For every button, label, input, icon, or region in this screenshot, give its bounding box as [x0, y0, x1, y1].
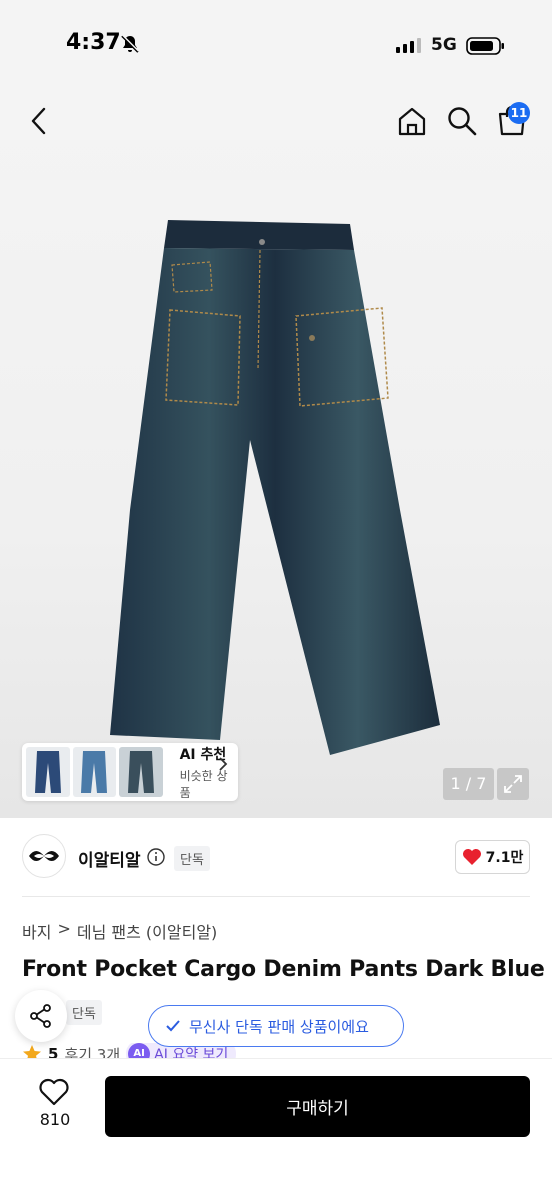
brand-like-button[interactable]: 7.1만	[455, 840, 530, 874]
back-icon[interactable]	[24, 105, 54, 137]
battery-icon	[466, 37, 504, 55]
share-button[interactable]	[15, 990, 67, 1042]
breadcrumb-subcategory[interactable]: 데님 팬츠 (이알티알)	[77, 919, 217, 943]
breadcrumb-category[interactable]: 바지	[22, 919, 51, 943]
cart-count-badge: 11	[508, 102, 530, 124]
check-icon	[166, 1020, 180, 1032]
search-icon[interactable]	[446, 105, 478, 137]
ai-recommend-card[interactable]: AI 추천 비슷한 상품	[22, 743, 238, 801]
heart-outline-icon[interactable]	[38, 1078, 70, 1106]
product-title: Front Pocket Cargo Denim Pants Dark Blue	[22, 957, 545, 982]
divider	[22, 896, 530, 897]
toast-text: 무신사 단독 판매 상품이에요	[189, 1017, 369, 1036]
recommend-thumbnail[interactable]	[26, 747, 70, 797]
chevron-right-icon	[219, 757, 228, 771]
ai-recommend-title: AI 추천	[179, 746, 227, 763]
buy-button[interactable]: 구매하기	[105, 1076, 530, 1137]
ai-recommend-subtitle: 비슷한 상품	[179, 768, 228, 800]
brand-logo[interactable]	[22, 834, 66, 878]
heart-filled-icon	[462, 849, 481, 865]
page-indicator: 1 / 7	[443, 768, 494, 800]
recommend-thumbnail[interactable]	[119, 747, 163, 797]
breadcrumb: 바지 > 데님 팬츠 (이알티알)	[22, 919, 217, 943]
exclusive-toast: 무신사 단독 판매 상품이에요	[148, 1005, 404, 1047]
share-icon	[30, 1004, 51, 1028]
bell-muted-icon	[121, 34, 140, 53]
brand-name[interactable]: 이알티알	[78, 846, 141, 871]
brand-logo-mark	[29, 851, 59, 861]
exclusive-badge: 단독	[174, 846, 210, 871]
info-icon[interactable]	[147, 848, 165, 866]
product-image[interactable]	[100, 210, 452, 760]
expand-button[interactable]	[497, 768, 529, 800]
status-bar: 4:37 5G	[0, 0, 552, 92]
brand-like-count: 7.1만	[485, 850, 524, 866]
ai-recommend-text: AI 추천 비슷한 상품	[180, 744, 238, 801]
expand-icon	[504, 775, 522, 793]
status-time: 4:37	[66, 30, 121, 55]
recommend-thumbnail[interactable]	[72, 747, 117, 797]
home-icon[interactable]	[396, 105, 428, 137]
network-type: 5G	[431, 35, 457, 55]
breadcrumb-separator: >	[57, 919, 71, 938]
like-count: 810	[39, 1110, 71, 1129]
product-exclusive-badge: 단독	[66, 1000, 102, 1025]
signal-icon	[396, 38, 421, 53]
